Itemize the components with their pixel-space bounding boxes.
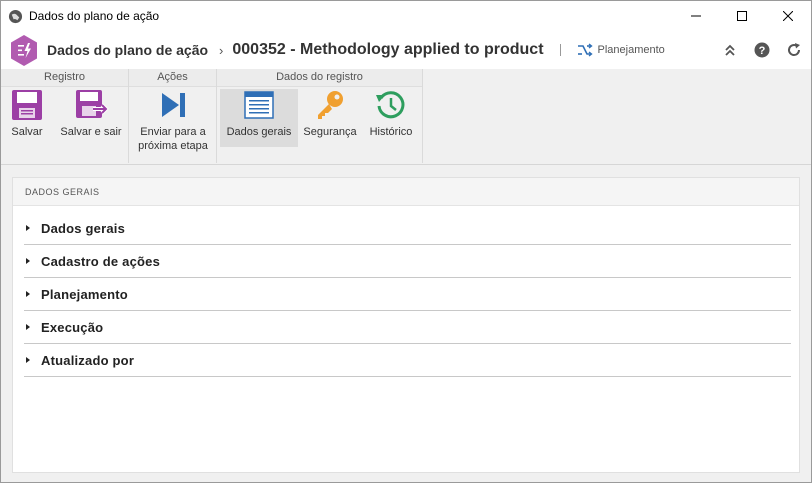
action-plan-logo-icon bbox=[11, 34, 37, 66]
save-exit-icon bbox=[76, 90, 109, 118]
save-icon bbox=[12, 90, 42, 120]
general-data-panel: DADOS GERAIS Dados gerais Cadastro de aç… bbox=[12, 177, 800, 473]
ribbon-group-dados-registro: Dados do registro Dados gerais Segurança… bbox=[217, 69, 423, 163]
history-icon bbox=[376, 91, 405, 119]
refresh-icon bbox=[788, 43, 801, 56]
expand-arrow-icon bbox=[26, 291, 30, 297]
send-next-step-button[interactable]: Enviar para a próxima etapa bbox=[133, 89, 213, 152]
app-window: Dados do plano de ação Dados do plano de… bbox=[0, 0, 812, 483]
form-icon bbox=[244, 91, 274, 119]
expand-arrow-icon bbox=[26, 258, 30, 264]
save-and-exit-button[interactable]: Salvar e sair bbox=[55, 89, 127, 147]
group-label: Registro bbox=[1, 69, 128, 87]
planning-link[interactable]: Planejamento bbox=[577, 42, 665, 58]
double-chevron-up-icon bbox=[725, 44, 735, 56]
globe-icon bbox=[8, 9, 23, 23]
history-button[interactable]: Histórico bbox=[363, 89, 419, 147]
ribbon-group-registro: Registro Salvar Salvar e sair bbox=[1, 69, 129, 163]
group-label: Ações bbox=[129, 69, 216, 87]
expand-arrow-icon bbox=[26, 225, 30, 231]
record-header: Dados do plano de ação › 000352 - Method… bbox=[1, 31, 811, 69]
divider bbox=[559, 44, 561, 56]
collapse-button[interactable] bbox=[721, 41, 739, 59]
section-execucao[interactable]: Execução bbox=[24, 311, 791, 344]
refresh-button[interactable] bbox=[785, 41, 803, 59]
section-atualizado-por[interactable]: Atualizado por bbox=[24, 344, 791, 377]
expand-arrow-icon bbox=[26, 357, 30, 363]
minimize-button[interactable] bbox=[673, 1, 719, 31]
security-button[interactable]: Segurança bbox=[301, 89, 359, 147]
section-dados-gerais[interactable]: Dados gerais bbox=[24, 212, 791, 245]
expand-arrow-icon bbox=[26, 324, 30, 330]
svg-text:?: ? bbox=[759, 45, 766, 57]
breadcrumb-module[interactable]: Dados do plano de ação bbox=[47, 42, 208, 58]
page-title: 000352 - Methodology applied to product bbox=[232, 41, 544, 58]
help-button[interactable]: ? bbox=[753, 41, 771, 59]
title-bar: Dados do plano de ação bbox=[1, 1, 811, 31]
key-icon bbox=[318, 91, 343, 119]
group-label: Dados do registro bbox=[217, 69, 422, 87]
chevron-right-icon: › bbox=[219, 42, 224, 58]
maximize-button[interactable] bbox=[719, 1, 765, 31]
planning-label: Planejamento bbox=[597, 44, 665, 56]
close-button[interactable] bbox=[765, 1, 811, 31]
panel-heading: DADOS GERAIS bbox=[13, 178, 799, 206]
maximize-icon bbox=[737, 11, 747, 21]
help-icon: ? bbox=[754, 42, 770, 58]
minimize-icon bbox=[691, 15, 701, 17]
close-icon bbox=[783, 11, 793, 21]
general-data-button[interactable]: Dados gerais bbox=[220, 89, 298, 147]
section-planejamento[interactable]: Planejamento bbox=[24, 278, 791, 311]
ribbon-toolbar: Registro Salvar Salvar e sair Ações Envi… bbox=[1, 69, 811, 165]
section-cadastro-acoes[interactable]: Cadastro de ações bbox=[24, 245, 791, 278]
ribbon-group-acoes: Ações Enviar para a próxima etapa bbox=[129, 69, 217, 163]
save-button[interactable]: Salvar bbox=[3, 89, 51, 147]
shuffle-icon bbox=[577, 43, 593, 57]
skip-next-icon bbox=[162, 93, 185, 117]
window-title: Dados do plano de ação bbox=[29, 9, 160, 23]
